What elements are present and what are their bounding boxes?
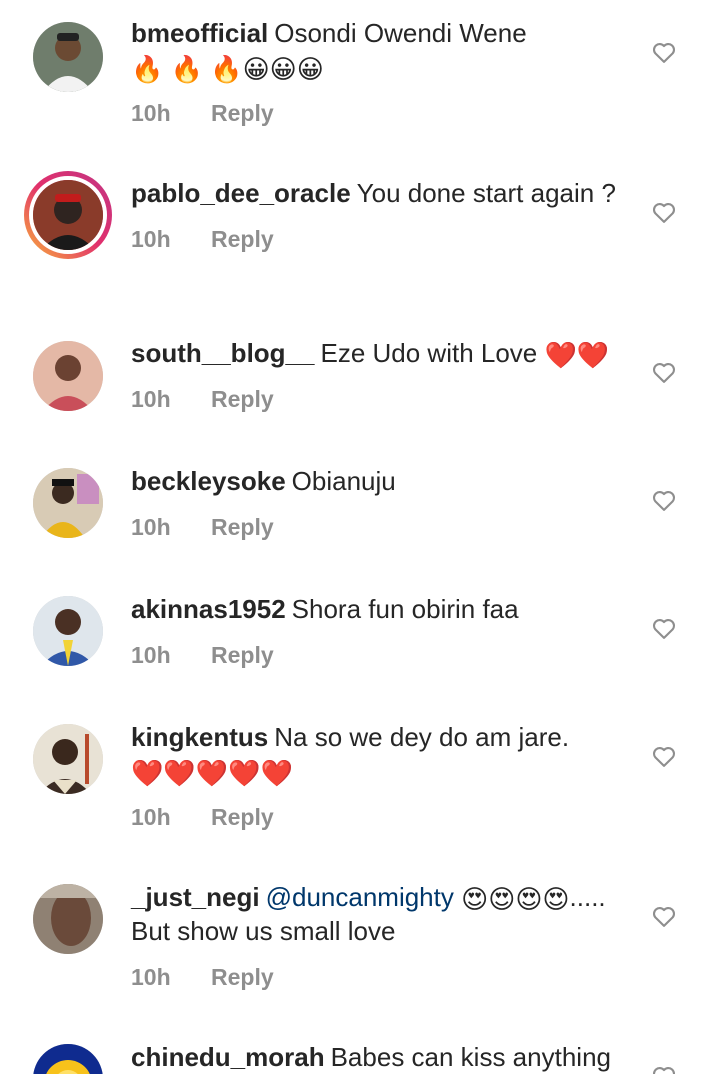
- comment-username[interactable]: pablo_dee_oracle: [131, 178, 351, 208]
- like-heart-icon[interactable]: [650, 902, 678, 930]
- comment-username[interactable]: chinedu_morah: [131, 1042, 325, 1072]
- comment-text: kingkentus Na so we dey do am jare. ❤️❤️❤…: [131, 720, 631, 788]
- comment-time: 10h: [131, 804, 171, 830]
- comment-time: 10h: [131, 964, 171, 990]
- reply-button[interactable]: Reply: [211, 386, 274, 412]
- comment-meta: 10h Reply: [131, 962, 631, 992]
- emoji-group: 😍😍😍😍: [461, 884, 570, 914]
- avatar[interactable]: [33, 724, 103, 794]
- comment-body: Babes can kiss anything: [330, 1042, 611, 1072]
- comment-meta: 10h Reply: [131, 802, 631, 832]
- like-heart-icon[interactable]: [650, 742, 678, 770]
- comment-body: Shora fun obirin faa: [291, 594, 519, 624]
- mention-link[interactable]: @duncanmighty: [266, 882, 454, 912]
- comment-username[interactable]: kingkentus: [131, 722, 268, 752]
- comment-body: Eze Udo with Love: [320, 338, 538, 368]
- reply-button[interactable]: Reply: [211, 964, 274, 990]
- comment-body: Na so we dey do am jare.: [274, 722, 570, 752]
- emoji-group: ❤️❤️: [544, 340, 610, 370]
- comment-username[interactable]: _just_negi: [131, 882, 260, 912]
- comment-meta: 10h Reply: [131, 98, 631, 128]
- comment-text: bmeofficial Osondi Owendi Wene 🔥 🔥 🔥😀😀😀: [131, 16, 631, 84]
- comment-time: 10h: [131, 642, 171, 668]
- like-heart-icon[interactable]: [650, 614, 678, 642]
- reply-button[interactable]: Reply: [211, 226, 274, 252]
- avatar[interactable]: [33, 468, 103, 538]
- like-heart-icon[interactable]: [650, 198, 678, 226]
- comment-time: 10h: [131, 386, 171, 412]
- comment-time: 10h: [131, 226, 171, 252]
- avatar[interactable]: [33, 1044, 103, 1074]
- like-heart-icon[interactable]: [650, 38, 678, 66]
- comment-text: akinnas1952 Shora fun obirin faa: [131, 592, 631, 626]
- avatar-story-ring: [29, 176, 107, 254]
- comment-time: 10h: [131, 514, 171, 540]
- comment-meta: 10h Reply: [131, 384, 631, 414]
- comment-time: 10h: [131, 100, 171, 126]
- reply-button[interactable]: Reply: [211, 514, 274, 540]
- comment-username[interactable]: beckleysoke: [131, 466, 286, 496]
- emoji-group: ❤️❤️❤️❤️❤️: [131, 758, 293, 788]
- avatar[interactable]: [33, 884, 103, 954]
- comment-meta: 10h Reply: [131, 512, 631, 542]
- comment-meta: 10h Reply: [131, 640, 631, 670]
- comment-text: south__blog__ Eze Udo with Love ❤️❤️: [131, 336, 631, 370]
- emoji-group: 🔥 🔥 🔥😀😀😀: [131, 54, 324, 84]
- comment-body: You done start again ?: [356, 178, 616, 208]
- reply-button[interactable]: Reply: [211, 642, 274, 668]
- reply-button[interactable]: Reply: [211, 100, 274, 126]
- comment-username[interactable]: bmeofficial: [131, 18, 268, 48]
- comment-text: beckleysoke Obianuju: [131, 464, 631, 498]
- comment-meta: 10h Reply: [131, 224, 631, 254]
- avatar[interactable]: [33, 22, 103, 92]
- like-heart-icon[interactable]: [650, 486, 678, 514]
- comment-username[interactable]: south__blog__: [131, 338, 314, 368]
- avatar[interactable]: [24, 171, 112, 259]
- avatar[interactable]: [33, 596, 103, 666]
- comment-body: Obianuju: [291, 466, 396, 496]
- comment-body: Osondi Owendi Wene: [274, 18, 527, 48]
- like-heart-icon[interactable]: [650, 358, 678, 386]
- avatar[interactable]: [33, 341, 103, 411]
- comment-text: _just_negi @duncanmighty 😍😍😍😍..... But sh…: [131, 880, 631, 948]
- comment-text: pablo_dee_oracle You done start again ?: [131, 176, 631, 210]
- comment-username[interactable]: akinnas1952: [131, 594, 286, 624]
- comment-text: chinedu_morah Babes can kiss anything: [131, 1040, 631, 1074]
- reply-button[interactable]: Reply: [211, 804, 274, 830]
- like-heart-icon[interactable]: [650, 1062, 678, 1074]
